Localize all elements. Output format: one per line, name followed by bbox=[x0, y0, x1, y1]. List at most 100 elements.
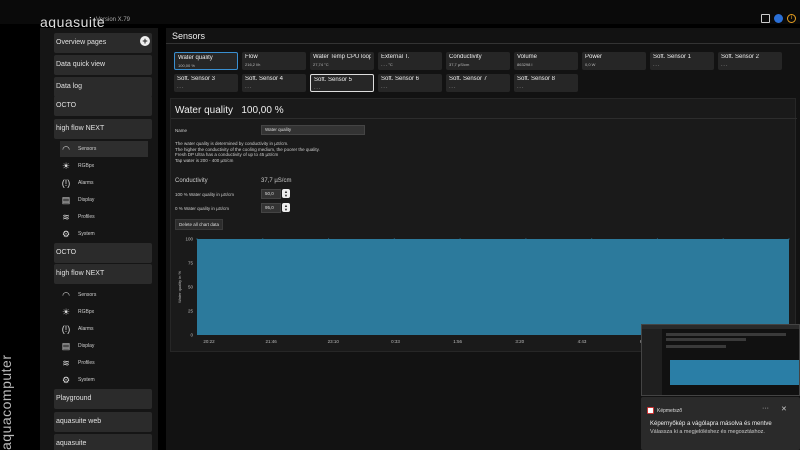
sensor-tile[interactable]: Soft. Sensor 7 - - - bbox=[446, 74, 510, 92]
sensor-tile[interactable]: Soft. Sensor 3 - - - bbox=[174, 74, 238, 92]
chevron-down-icon[interactable]: ▼ bbox=[284, 193, 288, 198]
tile-value: - - - bbox=[177, 84, 184, 89]
sidebar-item-overview-pages[interactable]: Overview pages bbox=[54, 33, 152, 53]
more-options-icon[interactable]: ··· bbox=[762, 405, 769, 412]
sidebar-item-high-flow-next-2[interactable]: high flow NEXT bbox=[54, 264, 152, 284]
bulb-icon: ☀ bbox=[61, 306, 71, 317]
data-point bbox=[196, 238, 198, 240]
sensor-tile[interactable]: Soft. Sensor 8 - - - bbox=[514, 74, 578, 92]
wq100-input[interactable]: 50,0 bbox=[261, 189, 281, 199]
submenu-system[interactable]: ⚙ System bbox=[60, 226, 148, 242]
data-point bbox=[459, 238, 461, 240]
toast-notification[interactable]: Képmetsző ··· ✕ Képernyőkép a vágólapra … bbox=[641, 397, 800, 450]
tile-value: - - - bbox=[449, 84, 456, 89]
sidebar-item-aquasuite-web[interactable]: aquasuite web bbox=[54, 412, 152, 432]
submenu-display[interactable]: ▤ Display bbox=[60, 192, 148, 208]
submenu-label: Display bbox=[78, 343, 95, 349]
x-tick-label: 21:46 bbox=[266, 339, 278, 344]
alarm-icon: (!) bbox=[61, 324, 71, 334]
account-icon[interactable] bbox=[774, 14, 783, 23]
x-tick-label: 3:20 bbox=[515, 339, 524, 344]
sensor-tile[interactable]: Soft. Sensor 1 - - - bbox=[650, 52, 714, 70]
submenu-rgbpx[interactable]: ☀ RGBpx bbox=[60, 158, 148, 174]
sensor-tile[interactable]: Soft. Sensor 6 - - - bbox=[378, 74, 442, 92]
sidebar-item-octo-2[interactable]: OCTO bbox=[54, 243, 152, 263]
thumb-chart bbox=[670, 360, 799, 385]
submenu-system-2[interactable]: ⚙ System bbox=[60, 372, 148, 388]
monitor-icon[interactable] bbox=[761, 14, 770, 23]
sensor-tile[interactable]: Flow 216,2 l/h bbox=[242, 52, 306, 70]
submenu-alarms-2[interactable]: (!) Alarms bbox=[60, 321, 148, 337]
sidebar-item-label: Data log bbox=[56, 83, 83, 90]
sensor-tile[interactable]: Water Temp CPU loop 27,74 °C bbox=[310, 52, 374, 70]
data-point bbox=[262, 238, 264, 240]
sidebar-item-octo[interactable]: OCTO bbox=[54, 96, 152, 116]
tile-name: Soft. Sensor 6 bbox=[381, 76, 420, 82]
y-tick-label: 100 bbox=[185, 237, 193, 242]
data-point bbox=[722, 238, 724, 240]
sensor-tile[interactable]: Soft. Sensor 4 - - - bbox=[242, 74, 306, 92]
notification-title: Képernyőkép a vágólapra másolva és mentv… bbox=[650, 421, 772, 427]
tile-name: Soft. Sensor 2 bbox=[721, 54, 760, 60]
sidebar-item-data-quick-view[interactable]: Data quick view bbox=[54, 55, 152, 75]
wq0-stepper[interactable]: ▲ ▼ bbox=[282, 203, 290, 212]
page-title: Sensors bbox=[172, 31, 206, 41]
sidebar-item-data-log[interactable]: Data log bbox=[54, 77, 152, 97]
close-icon[interactable]: ✕ bbox=[781, 405, 787, 413]
screenshot-thumbnail[interactable] bbox=[641, 324, 800, 396]
submenu-label: System bbox=[78, 377, 95, 383]
data-point bbox=[327, 238, 330, 240]
wq100-label: 100 % Water quality in µS/cm bbox=[175, 192, 234, 197]
detail-title-value: 100,00 % bbox=[241, 105, 284, 116]
gear-icon: ⚙ bbox=[61, 374, 71, 385]
thumb-row bbox=[666, 345, 726, 348]
data-point bbox=[656, 238, 659, 240]
tile-value: - - - bbox=[314, 85, 321, 90]
submenu-label: Display bbox=[78, 197, 95, 203]
tile-value: - - - bbox=[245, 84, 252, 89]
vertical-logo: aquacomputer bbox=[0, 354, 14, 450]
y-tick-label: 0 bbox=[190, 333, 193, 338]
tile-name: Conductivity bbox=[449, 54, 482, 60]
submenu-profiles[interactable]: ≋ Profiles bbox=[60, 209, 148, 225]
submenu-profiles-2[interactable]: ≋ Profiles bbox=[60, 355, 148, 371]
sidebar-item-playground[interactable]: Playground bbox=[54, 389, 152, 409]
sensor-tile[interactable]: External T. - - - °C bbox=[378, 52, 442, 70]
title-divider bbox=[166, 43, 800, 44]
sensor-tile[interactable]: Water quality 100,00 % bbox=[174, 52, 238, 70]
sensor-tile[interactable]: Power 0,0 W bbox=[582, 52, 646, 70]
y-tick-label: 25 bbox=[188, 309, 194, 314]
submenu-sensors-2[interactable]: ◠ Sensors bbox=[60, 287, 148, 303]
submenu-label: Profiles bbox=[78, 360, 95, 366]
wq0-input[interactable]: 95,0 bbox=[261, 203, 281, 213]
tile-name: Volume bbox=[517, 54, 538, 60]
sensor-tile[interactable]: Soft. Sensor 2 - - - bbox=[718, 52, 782, 70]
layers-icon: ≋ bbox=[62, 357, 70, 368]
sidebar-item-aquasuite[interactable]: aquasuite bbox=[54, 434, 152, 450]
sidebar-item-high-flow-next[interactable]: high flow NEXT bbox=[54, 119, 152, 139]
submenu-sensors[interactable]: ◠ Sensors bbox=[60, 141, 148, 157]
tile-name: Soft. Sensor 4 bbox=[245, 76, 284, 82]
sensor-tile[interactable]: Soft. Sensor 5 - - - bbox=[310, 74, 374, 92]
sensor-tile[interactable]: Conductivity 37,7 µS/cm bbox=[446, 52, 510, 70]
name-input[interactable]: Water quality bbox=[261, 125, 365, 135]
info-icon[interactable]: i bbox=[787, 14, 796, 23]
submenu-alarms[interactable]: (!) Alarms bbox=[60, 175, 148, 191]
wq100-stepper[interactable]: ▲ ▼ bbox=[282, 189, 290, 198]
sidebar-item-label: high flow NEXT bbox=[56, 125, 105, 132]
layers-icon: ≋ bbox=[62, 211, 70, 222]
notification-body: Válassza ki a megjelöléshez és megosztás… bbox=[650, 429, 765, 435]
data-point bbox=[393, 238, 395, 240]
submenu-display-2[interactable]: ▤ Display bbox=[60, 338, 148, 354]
sidebar-item-label: high flow NEXT bbox=[56, 270, 105, 277]
tile-name: Flow bbox=[245, 54, 258, 60]
delete-chart-data-button[interactable]: Delete all chart data bbox=[175, 219, 224, 230]
sensor-tile[interactable]: Volume 863298 l bbox=[514, 52, 578, 70]
submenu-rgbpx-2[interactable]: ☀ RGBpx bbox=[60, 304, 148, 320]
add-icon[interactable]: + bbox=[140, 36, 150, 46]
bulb-icon: ☀ bbox=[61, 160, 71, 171]
display-icon: ▤ bbox=[61, 340, 71, 351]
chevron-down-icon[interactable]: ▼ bbox=[284, 207, 288, 212]
gear-icon: ⚙ bbox=[61, 228, 71, 239]
top-icons: i bbox=[761, 14, 796, 23]
